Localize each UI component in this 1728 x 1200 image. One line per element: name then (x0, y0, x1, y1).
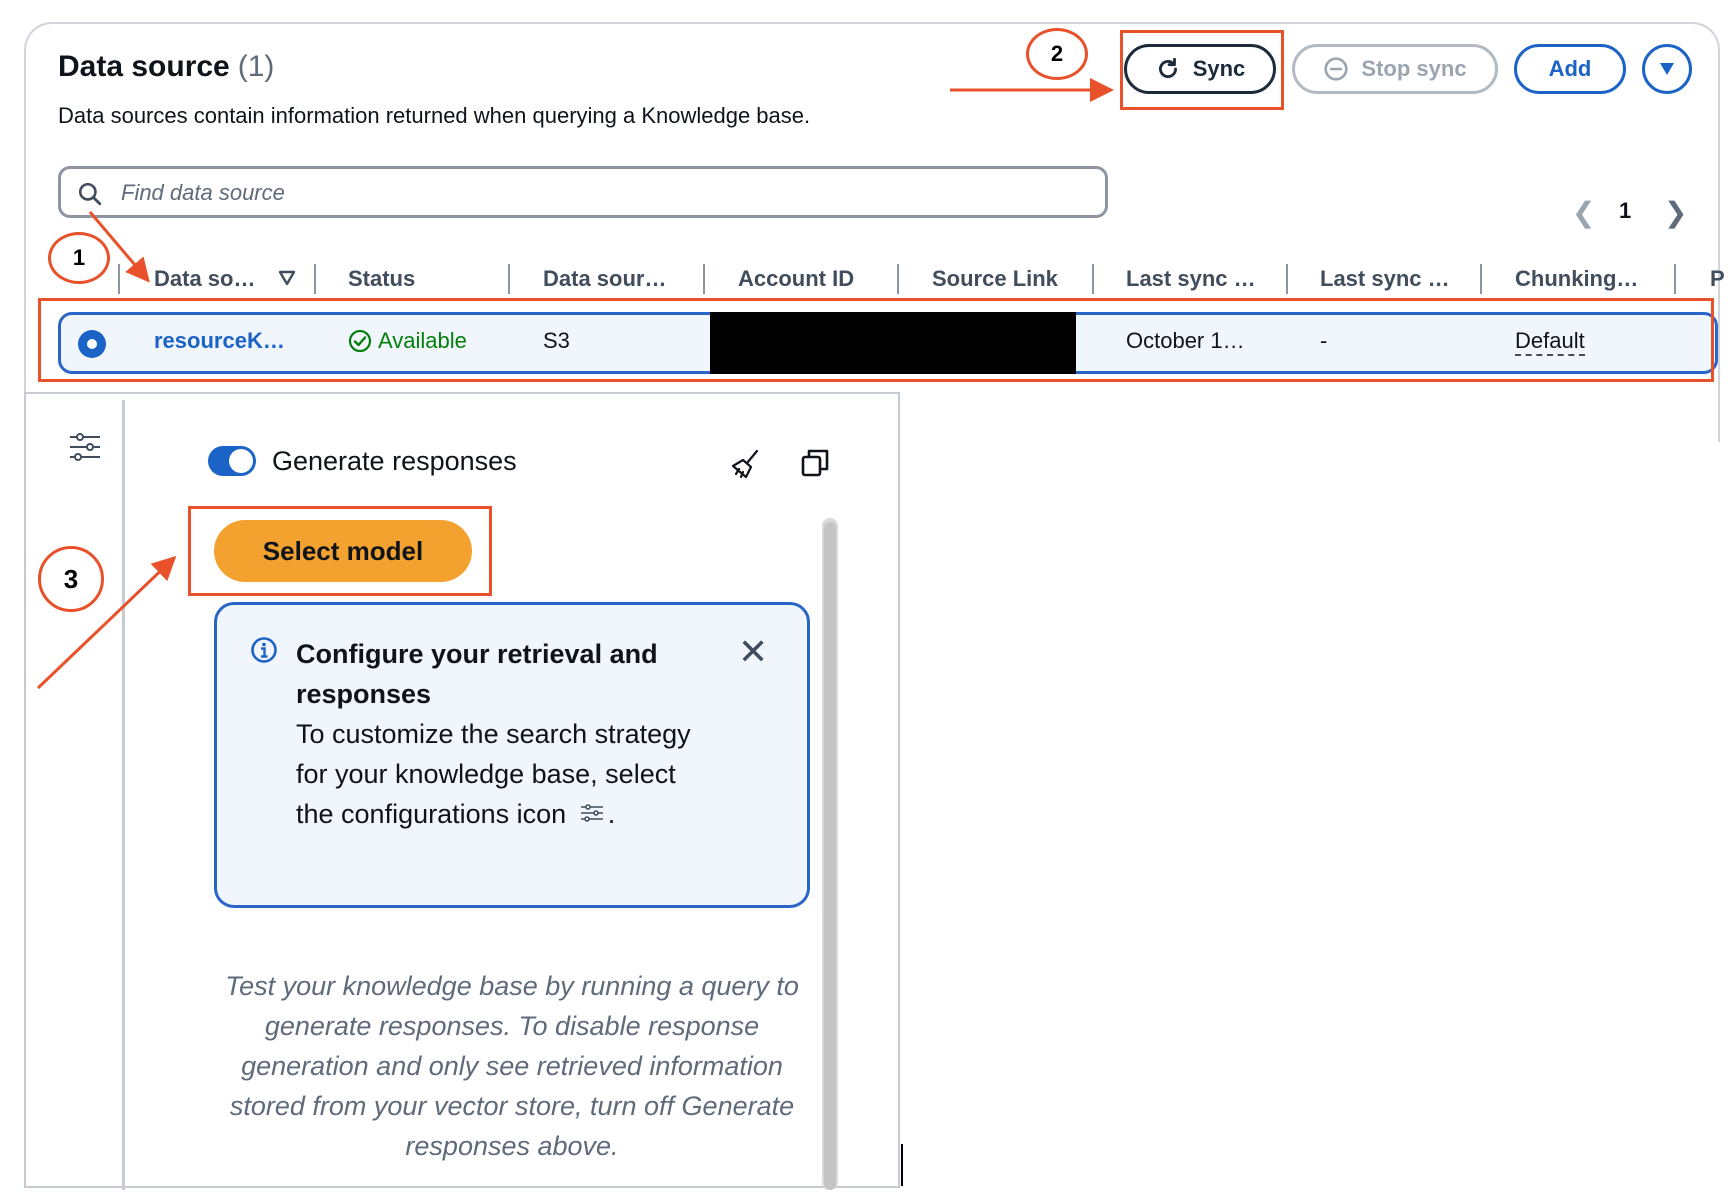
arrow-to-select-model (36, 555, 177, 690)
arrow-to-column (88, 211, 150, 283)
annotation-arrows (36, 78, 1114, 1186)
